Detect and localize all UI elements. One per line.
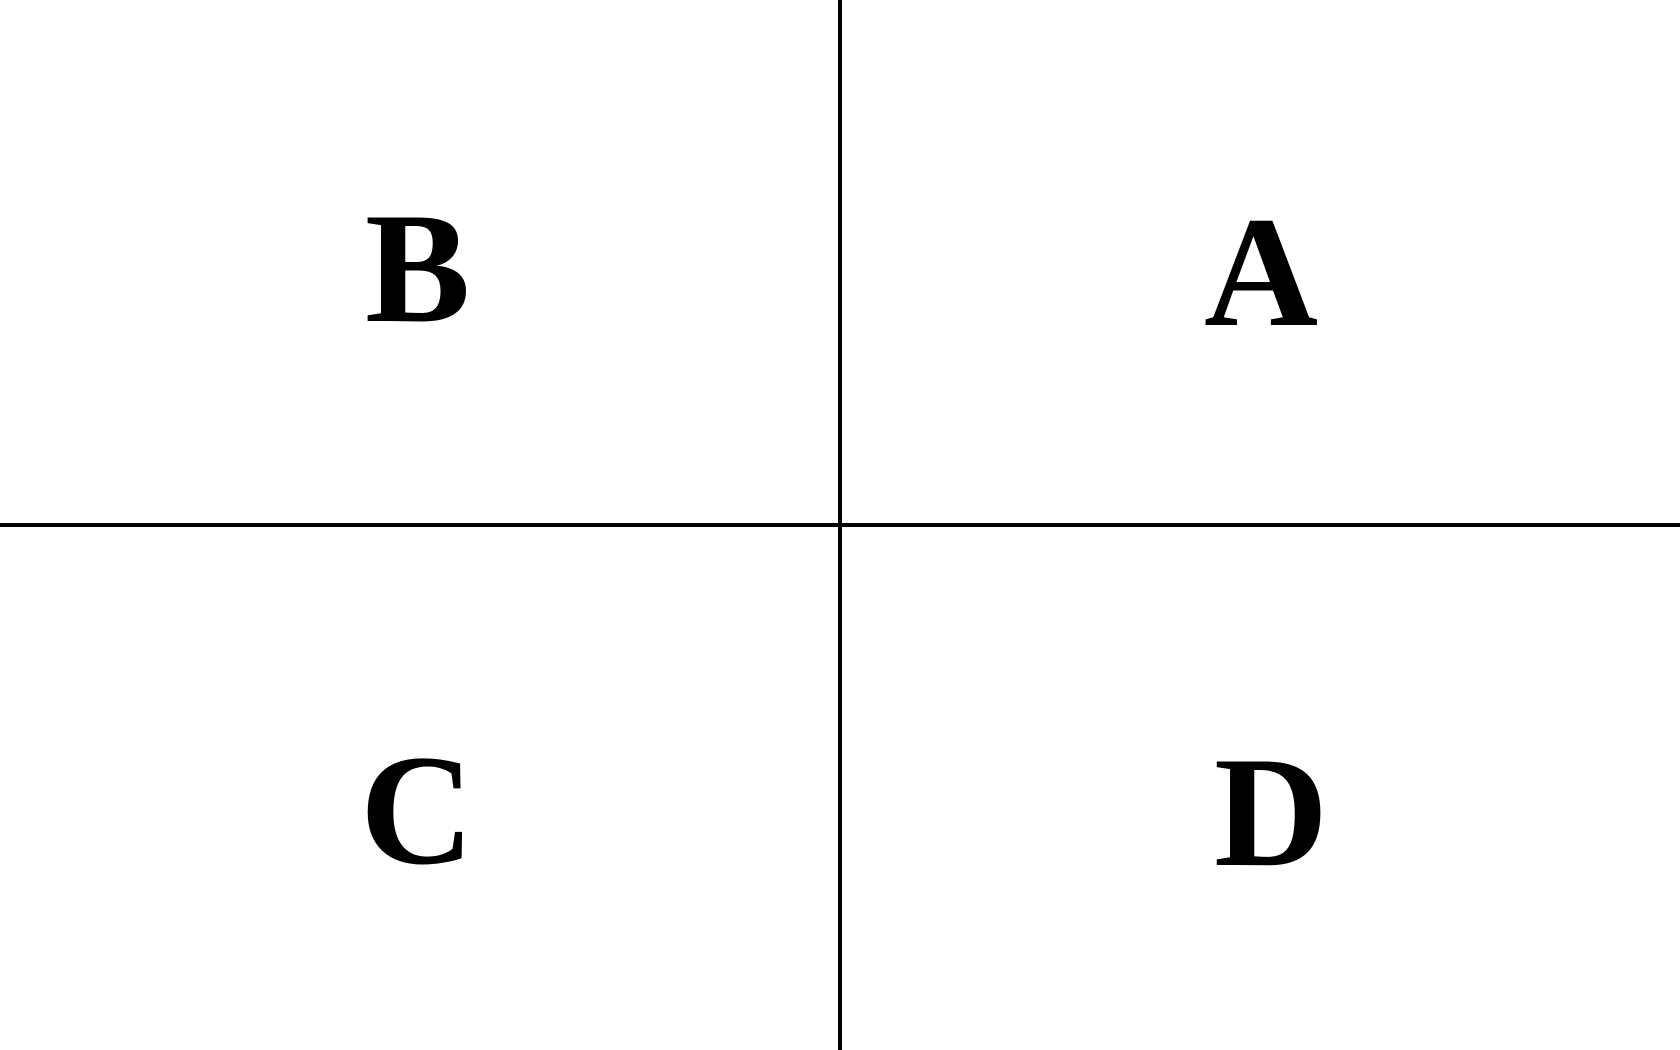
quadrant-bottom-right: D bbox=[842, 527, 1680, 1050]
quadrant-label-a: A bbox=[1204, 185, 1319, 360]
quadrant-top-left: B bbox=[0, 0, 838, 523]
quadrant-label-c: C bbox=[360, 723, 475, 898]
quadrant-label-d: D bbox=[1214, 725, 1329, 900]
horizontal-divider-line bbox=[0, 523, 1680, 527]
quadrant-bottom-left: C bbox=[0, 527, 838, 1050]
quadrant-diagram: B A C D bbox=[0, 0, 1680, 1050]
quadrant-label-b: B bbox=[365, 181, 471, 356]
quadrant-top-right: A bbox=[842, 0, 1680, 523]
